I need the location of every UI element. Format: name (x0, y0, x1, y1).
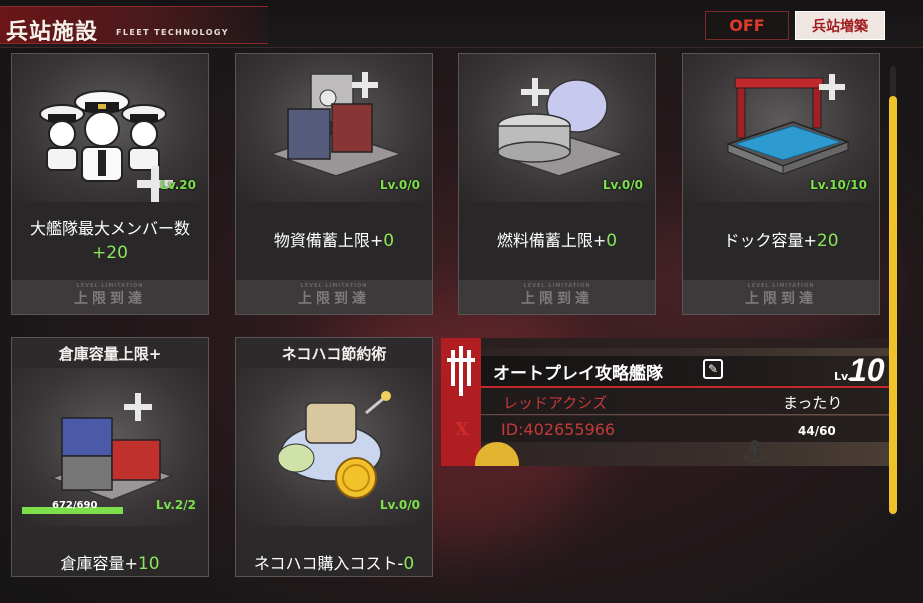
fleet-info-panel[interactable]: オートプレイ攻略艦隊 ✎ Lv. 10 レッドアクシズ まったり X ID:40… (441, 338, 891, 466)
capacity-text: 672/690 (52, 500, 98, 511)
containers-icon (268, 72, 404, 177)
page-subtitle: FLEET TECHNOLOGY (116, 28, 229, 37)
level-label: Lv.0/0 (379, 178, 420, 192)
facility-card-fleet-members[interactable]: Lv.20 大艦隊最大メンバー数 +20 LEVEL LIMITATION 上限… (11, 53, 209, 315)
fleet-style: まったり (783, 394, 843, 412)
effect-text: ドック容量+20 (723, 229, 838, 253)
effect-label: 倉庫容量+ (60, 554, 138, 573)
status-badge: LEVEL LIMITATION 上限到達 (236, 280, 432, 314)
status-badge: LEVEL LIMITATION 上限到達 (459, 280, 655, 314)
effect-value: 20 (816, 231, 839, 251)
facility-description: 大艦隊最大メンバー数 +20 (12, 202, 208, 280)
effect-text: 倉庫容量+10 (60, 550, 159, 574)
effect-text: ネコハコ購入コスト-0 (254, 550, 414, 574)
status-caption: LEVEL LIMITATION (76, 283, 144, 289)
level-label: Lv.20 (160, 178, 196, 192)
edit-icon[interactable]: ✎ (703, 359, 723, 379)
scrollbar-thumb[interactable] (889, 96, 897, 514)
facility-card-warehouse[interactable]: 倉庫容量上限+ Lv.2/2 倉庫容量+10 (11, 337, 209, 577)
effect-value: 0 (383, 231, 395, 251)
fuel-tank-icon (491, 78, 627, 177)
fleet-level: 10 (849, 352, 885, 388)
status-text: 上限到達 (745, 291, 817, 307)
effect-label: 大艦隊最大メンバー数 (29, 219, 190, 238)
auto-off-toggle[interactable]: OFF (705, 11, 789, 40)
facility-description: 倉庫容量+10 (12, 546, 208, 576)
warehouse-containers-icon (49, 393, 175, 501)
status-badge: LEVEL LIMITATION 上限到達 (683, 280, 879, 314)
status-caption: LEVEL LIMITATION (747, 283, 815, 289)
mascot-icon (475, 442, 519, 466)
facility-description: 燃料備蓄上限+0 (459, 202, 655, 280)
effect-label: ドック容量+ (723, 231, 817, 250)
panel-top-strip (441, 338, 891, 348)
title-banner: 兵站施設 FLEET TECHNOLOGY (0, 6, 268, 45)
anchor-icon: ⚓ (741, 435, 768, 467)
effect-text: 燃料備蓄上限+0 (497, 229, 617, 253)
status-caption: LEVEL LIMITATION (300, 283, 368, 289)
header-bar: 兵站施設 FLEET TECHNOLOGY OFF 兵站増築 (0, 0, 923, 48)
facility-card-dock[interactable]: Lv.10/10 ドック容量+20 LEVEL LIMITATION 上限到達 (682, 53, 880, 315)
level-label: Lv.0/0 (379, 498, 420, 512)
officers-icon (39, 90, 173, 202)
card-title: 倉庫容量上限+ (12, 338, 208, 368)
card-title: ネコハコ節約術 (236, 338, 432, 368)
effect-label: 燃料備蓄上限+ (496, 231, 607, 250)
facility-description: ネコハコ購入コスト-0 (236, 546, 432, 576)
level-label: Lv.0/0 (602, 178, 643, 192)
facility-description: ドック容量+20 (683, 202, 879, 280)
level-label: Lv.10/10 (810, 178, 867, 192)
page-title: 兵站施設 (6, 19, 99, 45)
effect-value: +20 (92, 243, 128, 263)
status-caption: LEVEL LIMITATION (523, 283, 591, 289)
facility-description: 物資備蓄上限+0 (236, 202, 432, 280)
dock-icon (725, 74, 851, 175)
faction-emblem-icon (447, 346, 475, 396)
faction-x-mark: X (455, 419, 469, 440)
expand-facility-button[interactable]: 兵站増築 (795, 11, 885, 40)
status-text: 上限到達 (521, 291, 593, 307)
effect-label: 物資備蓄上限+ (273, 231, 384, 250)
status-text: 上限到達 (74, 291, 146, 307)
effect-label: ネコハコ購入コスト- (253, 554, 404, 573)
status-badge: LEVEL LIMITATION 上限到達 (12, 280, 208, 314)
fleet-faction: レッドアクシズ (503, 394, 608, 412)
catbox-coin-icon (277, 391, 391, 499)
effect-value: 0 (606, 231, 618, 251)
effect-value: 0 (403, 554, 415, 574)
fleet-emblem (441, 338, 481, 466)
effect-value: 10 (137, 554, 160, 574)
status-text: 上限到達 (298, 291, 370, 307)
facility-card-supply[interactable]: Lv.0/0 物資備蓄上限+0 LEVEL LIMITATION 上限到達 (235, 53, 433, 315)
facility-card-catbox[interactable]: ネコハコ節約術 Lv.0/0 ネコハコ購入コスト-0 (235, 337, 433, 577)
level-label: Lv.2/2 (155, 498, 196, 512)
fleet-name: オートプレイ攻略艦隊 (493, 364, 663, 384)
fleet-id: ID:402655966 (501, 420, 616, 439)
facility-card-fuel[interactable]: Lv.0/0 燃料備蓄上限+0 LEVEL LIMITATION 上限到達 (458, 53, 656, 315)
fleet-member-count: 44/60 (798, 424, 836, 438)
effect-text: 物資備蓄上限+0 (274, 229, 394, 253)
